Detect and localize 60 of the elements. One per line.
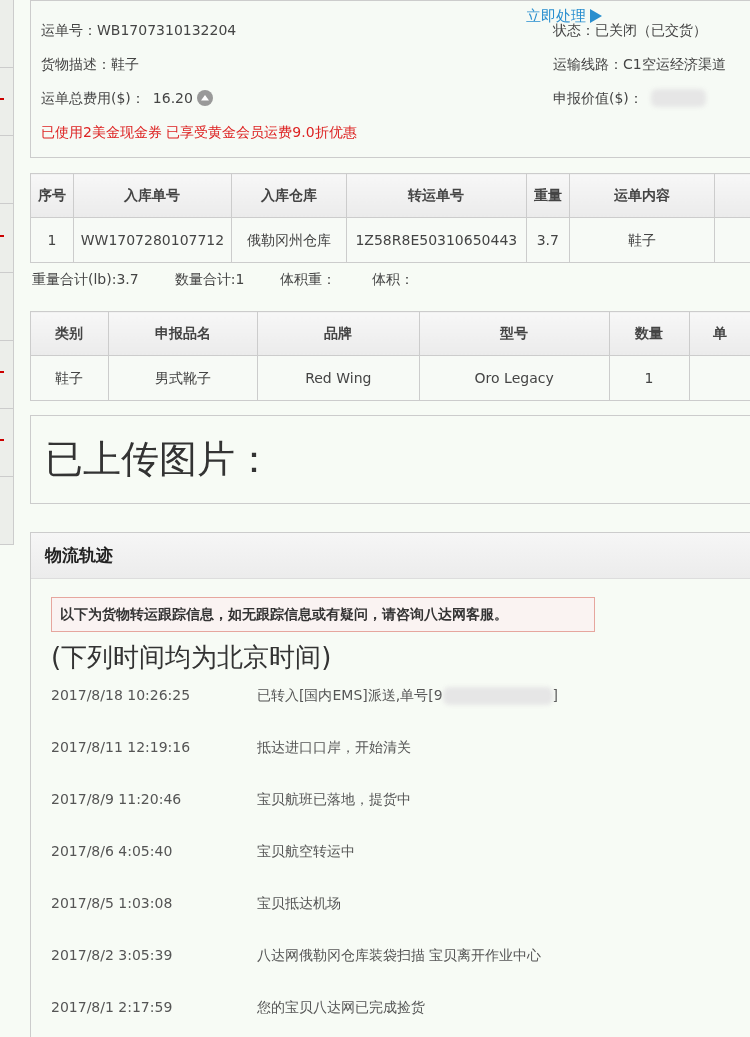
- column-header: 数量: [609, 311, 689, 356]
- column-header: 申报品名: [108, 311, 258, 356]
- field-label: 运单总费用($)：: [41, 88, 145, 108]
- table-cell: Red Wing: [257, 355, 420, 401]
- table-cell: 1: [609, 355, 689, 401]
- field-value: 鞋子: [111, 54, 139, 74]
- table-cell: 俄勒冈州仓库: [231, 217, 347, 263]
- event-time: 2017/8/1 2:17:59: [51, 998, 174, 1017]
- table-cell: 3.7: [526, 217, 570, 263]
- column-header: 入库仓库: [231, 173, 347, 218]
- column-header: [714, 173, 750, 218]
- field-value: C1空运经济渠道: [623, 54, 726, 74]
- event-time: 2017/8/11 12:19:16: [51, 738, 192, 757]
- field-label: 运输线路：: [553, 54, 623, 74]
- event-text: 抵达进口口岸，开始清关: [257, 738, 411, 757]
- summary-text: 重量合计(lb):3.7: [32, 270, 139, 289]
- table-cell: 1: [30, 217, 74, 263]
- field-value: 已关闭（已交货）: [595, 20, 707, 40]
- column-header: 型号: [419, 311, 610, 356]
- event-text: 宝贝航空转运中: [257, 842, 355, 861]
- field-value: WB1707310132204: [97, 20, 237, 40]
- summary-text: 体积重：: [280, 270, 337, 289]
- table-cell: WW1707280107712: [73, 217, 232, 263]
- table-cell: 1Z58R8E50310650443: [346, 217, 527, 263]
- discount-note: 已使用2美金现金券 已享受黄金会员运费9.0折优惠: [41, 122, 357, 142]
- event-time: 2017/8/6 4:05:40: [51, 842, 174, 861]
- event-time: 2017/8/9 11:20:46: [51, 790, 183, 809]
- column-header: 运单内容: [569, 173, 715, 218]
- event-time: 2017/8/5 1:03:08: [51, 894, 174, 913]
- table-cell: 鞋子: [569, 217, 715, 263]
- field-label: 运单号：: [41, 20, 97, 40]
- table-cell: 男式靴子: [108, 355, 258, 401]
- field-label: 货物描述：: [41, 54, 111, 74]
- field-label: 申报价值($)：: [553, 88, 643, 108]
- event-text: 已转入[国内EMS]派送,单号[9: [257, 686, 443, 705]
- column-header: 入库单号: [73, 173, 232, 218]
- field-value: 16.20: [152, 88, 193, 108]
- section-title: 已上传图片：: [45, 436, 273, 483]
- event-text: 宝贝抵达机场: [257, 894, 341, 913]
- column-header: 类别: [30, 311, 109, 356]
- event-text: ]: [552, 686, 559, 705]
- info-notice: 以下为货物转运跟踪信息，如无跟踪信息或有疑问，请咨询八达网客服。: [51, 597, 595, 632]
- event-text: 宝贝航班已落地，提货中: [257, 790, 411, 809]
- column-header: 重量: [526, 173, 570, 218]
- summary-text: 体积：: [372, 270, 415, 289]
- event-text: 您的宝贝八达网已完成捡货: [257, 998, 425, 1017]
- panel-title: 物流轨迹: [45, 543, 113, 567]
- table-cell: 鞋子: [30, 355, 109, 401]
- event-time: 2017/8/18 10:26:25: [51, 686, 192, 705]
- column-header: 品牌: [257, 311, 420, 356]
- column-header: 单: [689, 311, 750, 356]
- column-header: 转运单号: [346, 173, 527, 218]
- event-text: 八达网俄勒冈仓库装袋扫描 宝贝离开作业中心: [257, 946, 542, 965]
- table-cell: Oro Legacy: [419, 355, 610, 401]
- timezone-heading: (下列时间均为北京时间): [51, 641, 333, 674]
- event-time: 2017/8/2 3:05:39: [51, 946, 174, 965]
- expand-up-icon[interactable]: [196, 90, 213, 106]
- play-icon: [590, 9, 602, 24]
- column-header: 序号: [30, 173, 74, 218]
- summary-text: 数量合计:1: [174, 270, 245, 289]
